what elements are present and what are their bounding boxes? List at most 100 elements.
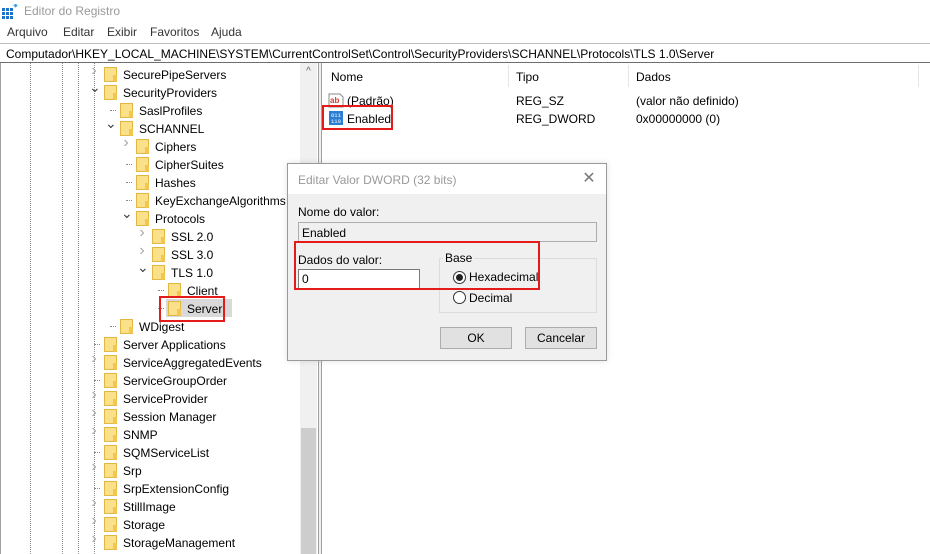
chevron-down-icon[interactable]: ⌄ xyxy=(137,260,149,274)
value-name-label: Nome do valor: xyxy=(298,205,380,219)
tree-item-label: SecurityProviders xyxy=(123,86,218,100)
menu-ajuda[interactable]: Ajuda xyxy=(211,25,242,39)
value-data-input[interactable] xyxy=(298,269,420,289)
scroll-up-icon[interactable]: ^ xyxy=(300,63,317,80)
tree-item[interactable]: › Ciphers xyxy=(1,135,300,155)
tree-item[interactable]: › StorageManagement xyxy=(1,531,300,551)
list-row-default[interactable]: ab (Padrão) REG_SZ (valor não definido) xyxy=(322,91,930,109)
tree-item-label: StillImage xyxy=(123,500,176,514)
folder-icon xyxy=(104,481,117,496)
value-name-field: Enabled xyxy=(298,222,597,242)
tree-item[interactable]: › ServiceAggregatedEvents xyxy=(1,351,300,371)
hexadecimal-radio[interactable] xyxy=(453,271,466,284)
svg-text:110: 110 xyxy=(331,118,341,125)
tree-item[interactable]: ⌄ SecurityProviders xyxy=(1,80,300,101)
address-bar[interactable]: Computador\HKEY_LOCAL_MACHINE\SYSTEM\Cur… xyxy=(0,43,930,63)
close-icon[interactable]: ✕ xyxy=(580,170,598,188)
decimal-label[interactable]: Decimal xyxy=(469,291,512,305)
chevron-right-icon[interactable]: › xyxy=(137,225,147,241)
chevron-right-icon[interactable]: › xyxy=(89,405,99,421)
folder-icon xyxy=(104,463,117,478)
list-row-enabled[interactable]: 011 110 Enabled REG_DWORD 0x00000000 (0) xyxy=(322,109,930,127)
tree-item[interactable]: › Storage xyxy=(1,513,300,533)
hexadecimal-label[interactable]: Hexadecimal xyxy=(469,270,538,284)
chevron-right-icon[interactable]: › xyxy=(137,243,147,259)
base-group-title: Base xyxy=(443,251,475,265)
chevron-right-icon[interactable]: › xyxy=(89,531,99,547)
tree-item[interactable]: › SecurePipeServers xyxy=(1,63,300,83)
column-separator[interactable] xyxy=(628,65,629,87)
tree-item-label: TLS 1.0 xyxy=(171,266,214,280)
tree-connector xyxy=(94,380,100,381)
tree-connector xyxy=(126,200,132,201)
tree-item[interactable]: SrpExtensionConfig xyxy=(1,479,300,497)
column-header-dados[interactable]: Dados xyxy=(636,70,671,84)
tree-item[interactable]: Hashes xyxy=(1,173,300,191)
chevron-down-icon[interactable]: ⌄ xyxy=(105,116,117,130)
folder-icon xyxy=(104,409,117,424)
column-separator[interactable] xyxy=(508,65,509,87)
tree-item[interactable]: SQMServiceList xyxy=(1,443,300,461)
chevron-right-icon[interactable]: › xyxy=(89,513,99,529)
chevron-down-icon[interactable]: ⌄ xyxy=(89,80,101,94)
tree-item-label: Client xyxy=(187,284,218,298)
tree-item[interactable]: KeyExchangeAlgorithms xyxy=(1,191,300,209)
tree-item-label: CipherSuites xyxy=(155,158,224,172)
menu-arquivo[interactable]: Arquivo xyxy=(7,25,48,39)
ok-button[interactable]: OK xyxy=(440,327,512,349)
tree-item-label: ServiceProvider xyxy=(123,392,208,406)
tree-item[interactable]: › Srp xyxy=(1,459,300,479)
tree-item[interactable]: › SSL 2.0 xyxy=(1,225,300,245)
svg-text:ab: ab xyxy=(330,96,339,105)
tree-item-label: SQMServiceList xyxy=(123,446,210,460)
tree-item[interactable]: › StillImage xyxy=(1,495,300,515)
chevron-right-icon[interactable]: › xyxy=(121,135,131,151)
tree-item[interactable]: › SSL 3.0 xyxy=(1,243,300,263)
column-header-tipo[interactable]: Tipo xyxy=(516,70,539,84)
tree-item[interactable]: › ServiceProvider xyxy=(1,387,300,407)
chevron-right-icon[interactable]: › xyxy=(89,495,99,511)
value-data: 0x00000000 (0) xyxy=(636,112,721,126)
folder-icon xyxy=(104,67,117,82)
folder-icon xyxy=(104,499,117,514)
tree-item[interactable]: › Session Manager xyxy=(1,405,300,425)
tree-item[interactable]: SaslProfiles xyxy=(1,101,300,119)
tree-item[interactable]: › SNMP xyxy=(1,423,300,443)
tree-item-label: Ciphers xyxy=(155,140,197,154)
menu-editar[interactable]: Editar xyxy=(63,25,94,39)
tree-item[interactable]: Server xyxy=(1,299,300,317)
tree-connector xyxy=(94,488,100,489)
tree-item[interactable]: ⌄ TLS 1.0 xyxy=(1,260,300,281)
chevron-right-icon[interactable]: › xyxy=(89,351,99,367)
cancel-button[interactable]: Cancelar xyxy=(525,327,597,349)
tree-item[interactable]: ServiceGroupOrder xyxy=(1,371,300,389)
menu-exibir[interactable]: Exibir xyxy=(107,25,137,39)
folder-icon xyxy=(136,139,149,154)
chevron-right-icon[interactable]: › xyxy=(89,459,99,475)
tree-connector xyxy=(126,164,132,165)
tree-item[interactable]: WDigest xyxy=(1,317,300,335)
folder-icon xyxy=(104,445,117,460)
tree-item-label: Server xyxy=(187,302,223,316)
dialog-titlebar[interactable]: Editar Valor DWORD (32 bits) ✕ xyxy=(288,164,606,194)
tree-connector xyxy=(158,290,164,291)
tree-item[interactable]: Server Applications xyxy=(1,335,300,353)
folder-icon xyxy=(136,175,149,190)
address-path[interactable]: Computador\HKEY_LOCAL_MACHINE\SYSTEM\Cur… xyxy=(6,47,714,61)
tree-item-label: SSL 2.0 xyxy=(171,230,214,244)
column-header-nome[interactable]: Nome xyxy=(331,70,363,84)
decimal-radio[interactable] xyxy=(453,291,466,304)
column-separator[interactable] xyxy=(918,65,919,87)
tree-item[interactable]: ⌄ SCHANNEL xyxy=(1,116,300,137)
chevron-right-icon[interactable]: › xyxy=(89,63,99,79)
tree-item[interactable]: Client xyxy=(1,281,300,299)
chevron-right-icon[interactable]: › xyxy=(89,423,99,439)
menu-favoritos[interactable]: Favoritos xyxy=(150,25,199,39)
scrollbar-thumb[interactable] xyxy=(301,428,316,554)
tree-item-label: SSL 3.0 xyxy=(171,248,214,262)
tree-item[interactable]: CipherSuites xyxy=(1,155,300,173)
tree-item[interactable]: ⌄ Protocols xyxy=(1,206,300,227)
chevron-down-icon[interactable]: ⌄ xyxy=(121,206,133,220)
chevron-right-icon[interactable]: › xyxy=(89,387,99,403)
folder-icon xyxy=(104,355,117,370)
